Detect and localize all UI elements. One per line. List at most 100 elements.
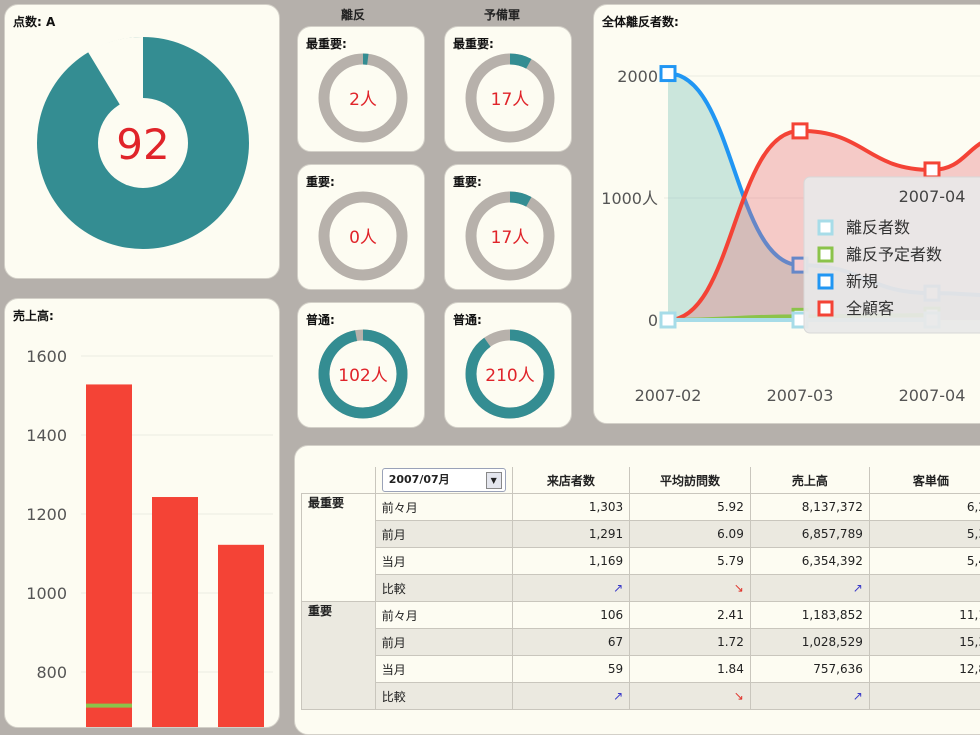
cell: 5,4 — [869, 548, 980, 575]
y-tick-label: 2000 — [617, 67, 658, 86]
row-label: 比較 — [375, 575, 512, 602]
table-row: 最重要 前々月 1,303 5.92 8,137,372 6,2 — [302, 494, 980, 521]
donut-chart: 210人 — [445, 303, 572, 428]
cell: 8,137,372 — [750, 494, 869, 521]
row-label: 前月 — [375, 629, 512, 656]
cell: 1,291 — [512, 521, 629, 548]
trend-down-icon: ↘ — [630, 683, 751, 710]
churn-total-panel: 全体離反者数: 20001000人02007-022007-032007-042… — [593, 4, 980, 424]
table-header-row: 2007/07月 ▼ 来店者数 平均訪問数 売上高 客単価 — [302, 467, 980, 494]
x-tick-label: 2007-02 — [635, 386, 702, 405]
trend-up-icon: ↗ — [512, 683, 629, 710]
donut-churn-top: 最重要: 2人 — [297, 26, 425, 152]
reserve-col-header: 予備軍 — [484, 6, 520, 23]
row-label: 前々月 — [375, 494, 512, 521]
y-tick-label: 0 — [648, 311, 658, 330]
cell: 6,354,392 — [750, 548, 869, 575]
donut-chart: 102人 — [298, 303, 425, 428]
cell: 1,028,529 — [750, 629, 869, 656]
header-sales: 売上高 — [750, 467, 869, 494]
legend-label: 新規 — [846, 272, 878, 291]
cell: 11,1 — [869, 602, 980, 629]
kpi-table: 2007/07月 ▼ 来店者数 平均訪問数 売上高 客単価 最重要 前々月 1,… — [301, 467, 980, 710]
bar — [86, 384, 132, 728]
x-tick-label: 2007-04 — [899, 386, 966, 405]
chevron-down-icon[interactable]: ▼ — [486, 472, 502, 489]
data-point[interactable] — [661, 67, 675, 81]
donut-value: 2人 — [349, 90, 377, 110]
bar — [86, 704, 132, 708]
cell — [869, 575, 980, 602]
y-tick-label: 1200 — [26, 505, 67, 524]
cell: 1,169 — [512, 548, 629, 575]
period-select-cell: 2007/07月 ▼ — [375, 467, 512, 494]
cell: 106 — [512, 602, 629, 629]
table-row: 比較 ↗ ↘ ↗ — [302, 575, 980, 602]
cell: 6,857,789 — [750, 521, 869, 548]
period-select[interactable]: 2007/07月 ▼ — [382, 468, 506, 492]
data-point[interactable] — [925, 163, 939, 177]
cell: 12,8 — [869, 656, 980, 683]
trend-up-icon: ↗ — [750, 575, 869, 602]
legend-swatch — [819, 302, 832, 315]
churn-col-header: 離反 — [341, 6, 365, 23]
donut-churn-important: 重要: 0人 — [297, 164, 425, 290]
donut-reserve-important: 重要: 17人 — [444, 164, 572, 290]
header-unit-price: 客単価 — [869, 467, 980, 494]
period-select-value: 2007/07月 — [389, 473, 450, 486]
table-row: 前月 1,291 6.09 6,857,789 5,3 — [302, 521, 980, 548]
row-label: 比較 — [375, 683, 512, 710]
cell — [869, 683, 980, 710]
donut-reserve-normal: 普通: 210人 — [444, 302, 572, 428]
legend-swatch — [819, 275, 832, 288]
legend-label: 離反者数 — [846, 218, 910, 237]
cell: 5.79 — [630, 548, 751, 575]
sales-bar-chart: 1600 1400 1200 1000 800 — [5, 299, 280, 728]
donut-reserve-top: 最重要: 17人 — [444, 26, 572, 152]
cell: 2.41 — [630, 602, 751, 629]
cell: 1.84 — [630, 656, 751, 683]
donut-chart: 17人 — [445, 27, 572, 152]
cell: 1,183,852 — [750, 602, 869, 629]
data-point[interactable] — [661, 313, 675, 327]
table-row: 前月 67 1.72 1,028,529 15,3 — [302, 629, 980, 656]
kpi-table-panel: 2007/07月 ▼ 来店者数 平均訪問数 売上高 客単価 最重要 前々月 1,… — [294, 445, 980, 735]
table-row: 当月 59 1.84 757,636 12,8 — [302, 656, 980, 683]
bar — [218, 545, 264, 728]
y-tick-label: 1000人 — [601, 189, 658, 208]
y-tick-label: 1000 — [26, 584, 67, 603]
donut-value: 17人 — [491, 228, 530, 248]
donut-value: 102人 — [338, 366, 387, 386]
sales-panel: 売上高: 1600140012001000800 — [4, 298, 280, 728]
score-value: 92 — [116, 120, 169, 169]
cell: 6.09 — [630, 521, 751, 548]
section-label: 重要 — [302, 602, 376, 710]
row-label: 当月 — [375, 548, 512, 575]
trend-up-icon: ↗ — [512, 575, 629, 602]
legend-swatch — [819, 221, 832, 234]
header-avg-visits: 平均訪問数 — [630, 467, 751, 494]
y-tick-label: 1400 — [26, 426, 67, 445]
donut-chart: 17人 — [445, 165, 572, 290]
row-label: 当月 — [375, 656, 512, 683]
x-tick-label: 2007-03 — [767, 386, 834, 405]
cell: 59 — [512, 656, 629, 683]
score-panel: 点数: A 92 — [4, 4, 280, 279]
data-point[interactable] — [793, 124, 807, 138]
table-row: 重要 前々月 106 2.41 1,183,852 11,1 — [302, 602, 980, 629]
y-tick-label: 800 — [36, 663, 67, 682]
legend-swatch — [819, 248, 832, 261]
churn-area-chart: 20001000人02007-022007-032007-042007-04離反… — [594, 5, 980, 424]
donut-churn-normal: 普通: 102人 — [297, 302, 425, 428]
section-label: 最重要 — [302, 494, 376, 602]
y-tick-label: 1600 — [26, 347, 67, 366]
legend-label: 離反予定者数 — [846, 245, 942, 264]
row-label: 前々月 — [375, 602, 512, 629]
cell: 1.72 — [630, 629, 751, 656]
chart-tooltip: 2007-04離反者数離反予定者数新規全顧客 — [804, 177, 980, 333]
table-row: 当月 1,169 5.79 6,354,392 5,4 — [302, 548, 980, 575]
score-donut: 92 — [5, 5, 280, 279]
cell: 1,303 — [512, 494, 629, 521]
cell: 67 — [512, 629, 629, 656]
cell: 5,3 — [869, 521, 980, 548]
